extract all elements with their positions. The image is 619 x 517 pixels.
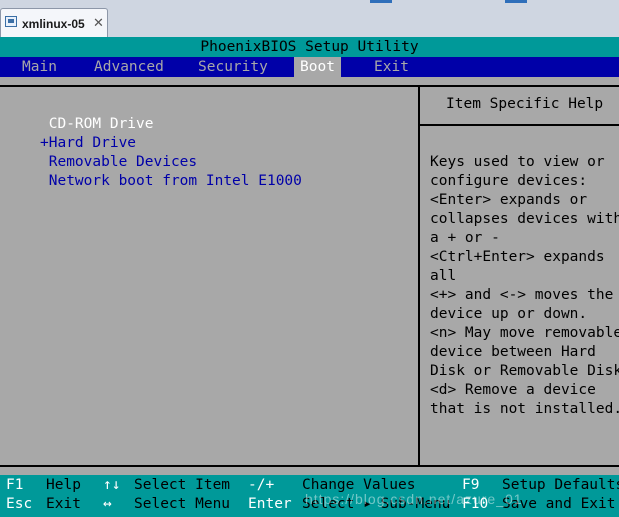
help-separator: [420, 124, 619, 126]
bios-menu-bar: Main Advanced Security Boot Exit: [0, 57, 619, 77]
tab-strip-decoration: [370, 0, 392, 3]
boot-item-cdrom[interactable]: CD-ROM Drive: [40, 116, 154, 132]
frame-bottom-border: [0, 465, 619, 467]
menu-tab-security[interactable]: Security: [198, 57, 268, 77]
help-line: <Enter> expands or: [430, 192, 588, 208]
footer-key: Enter: [248, 496, 292, 512]
boot-item-removable[interactable]: Removable Devices: [40, 154, 197, 170]
frame-divider: [418, 85, 420, 467]
menu-tab-advanced[interactable]: Advanced: [94, 57, 164, 77]
help-line: a + or -: [430, 230, 500, 246]
footer-desc: Help: [46, 477, 81, 493]
footer-desc: Select Menu: [134, 496, 231, 512]
boot-item-network[interactable]: Network boot from Intel E1000: [40, 173, 302, 189]
help-line: Disk or Removable Disk: [430, 363, 619, 379]
help-line: <d> Remove a device: [430, 382, 596, 398]
vm-tab[interactable]: xmlinux-05 ✕: [0, 8, 108, 37]
footer-key: F1: [6, 477, 24, 493]
footer-key: ↔: [103, 496, 112, 512]
help-line: device up or down.: [430, 306, 588, 322]
watermark: https://blog.csdn.net/azure_01: [305, 491, 523, 507]
frame-top-border: [0, 85, 619, 87]
bios-footer: F1 Help ↑↓ Select Item -/+ Change Values…: [0, 475, 619, 517]
footer-key: Esc: [6, 496, 33, 512]
help-line: <n> May move removable: [430, 325, 619, 341]
help-line: collapses devices with: [430, 211, 619, 227]
vm-icon: [5, 16, 17, 27]
footer-key: -/+: [248, 477, 275, 493]
footer-desc: Select Item: [134, 477, 231, 493]
help-line: device between Hard: [430, 344, 596, 360]
tab-strip-decoration: [505, 0, 527, 3]
footer-key: ↑↓: [103, 477, 121, 493]
menu-tab-main[interactable]: Main: [22, 57, 57, 77]
close-icon[interactable]: ✕: [93, 15, 104, 31]
menu-tab-boot[interactable]: Boot: [294, 57, 341, 77]
help-title: Item Specific Help: [446, 96, 604, 112]
help-line: <Ctrl+Enter> expands: [430, 249, 605, 265]
bios-screen: PhoenixBIOS Setup Utility Main Advanced …: [0, 37, 619, 517]
vm-tab-strip: xmlinux-05 ✕: [0, 0, 619, 38]
help-line: all: [430, 268, 457, 284]
help-line: configure devices:: [430, 173, 588, 189]
vm-tab-title: xmlinux-05: [22, 17, 85, 31]
footer-desc: Exit: [46, 496, 81, 512]
help-line: that is not installed.: [430, 401, 619, 417]
help-line: Keys used to view or: [430, 154, 605, 170]
boot-item-hard-drive[interactable]: +Hard Drive: [40, 135, 136, 151]
help-line: <+> and <-> moves the: [430, 287, 614, 303]
menu-tab-exit[interactable]: Exit: [374, 57, 409, 77]
bios-title: PhoenixBIOS Setup Utility: [0, 37, 619, 57]
